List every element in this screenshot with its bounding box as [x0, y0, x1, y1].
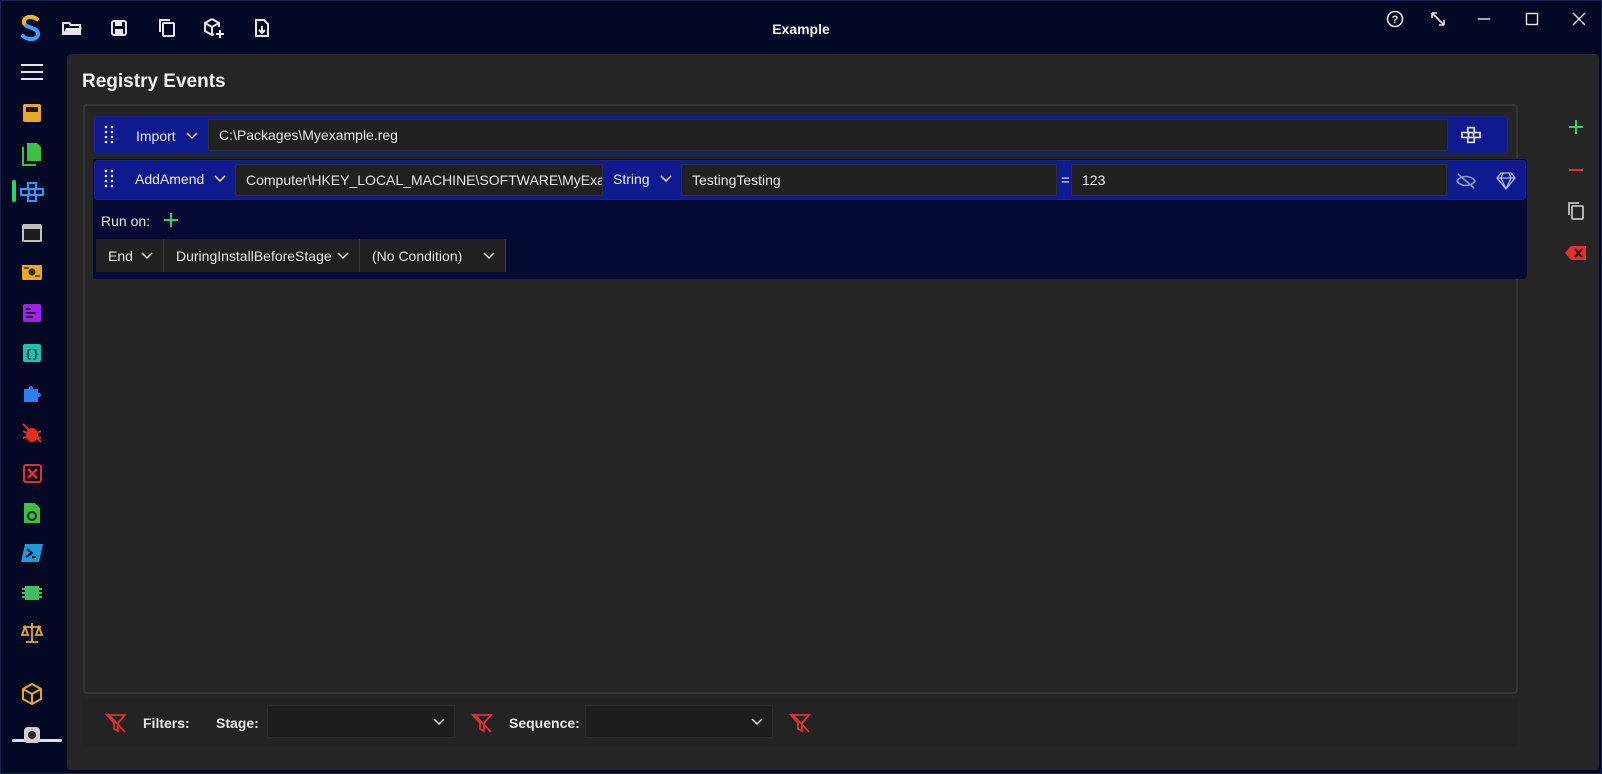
- nav-active-indicator: [12, 180, 16, 202]
- svg-text:{}: {}: [25, 349, 38, 361]
- copy-icon[interactable]: [154, 15, 180, 41]
- app-window: Example ? {} Registry Events Import C:\P…: [0, 0, 1602, 774]
- maximize-icon[interactable]: [1517, 7, 1547, 31]
- event-type-dropdown[interactable]: Import: [136, 123, 198, 149]
- save-icon[interactable]: [106, 15, 132, 41]
- svg-text:?: ?: [1392, 14, 1399, 26]
- position-label: End: [108, 247, 133, 264]
- main-panel: Registry Events Import C:\Packages\Myexa…: [67, 54, 1599, 770]
- certificate-icon[interactable]: [19, 260, 45, 286]
- event-type-label: AddAmend: [135, 171, 205, 187]
- chevron-down-icon: [337, 252, 349, 260]
- event-block-addamend: AddAmend Computer\HKEY_LOCAL_MACHINE\SOF…: [93, 159, 1527, 279]
- clear-sequence-filter-icon[interactable]: [789, 712, 811, 734]
- chevron-down-icon: [433, 718, 445, 726]
- chevron-down-icon: [141, 252, 153, 260]
- chevron-down-icon: [751, 718, 763, 726]
- chevron-down-icon: [214, 175, 226, 183]
- drag-handle-icon[interactable]: [103, 169, 115, 191]
- title-bar: Example ?: [1, 1, 1601, 55]
- sequence-filter-select[interactable]: [585, 705, 773, 738]
- page-title: Registry Events: [82, 71, 226, 92]
- scale-icon[interactable]: [19, 620, 45, 646]
- settings-icon[interactable]: [19, 722, 45, 748]
- import-path-field[interactable]: C:\Packages\Myexample.reg: [208, 119, 1448, 151]
- value-type-dropdown[interactable]: String: [613, 166, 672, 192]
- new-package-icon[interactable]: [201, 15, 227, 41]
- registry-icon[interactable]: [19, 179, 45, 205]
- close-icon[interactable]: [1564, 7, 1594, 31]
- chip-icon[interactable]: [19, 580, 45, 606]
- remove-icon[interactable]: [19, 460, 45, 486]
- drag-handle-icon[interactable]: [103, 125, 115, 147]
- import-file-icon[interactable]: [249, 15, 275, 41]
- box-icon[interactable]: [19, 681, 45, 707]
- event-row-import[interactable]: Import C:\Packages\Myexample.reg: [94, 116, 1508, 154]
- window-icon[interactable]: [19, 220, 45, 246]
- menu-icon[interactable]: [19, 59, 45, 85]
- logo-icon[interactable]: [17, 13, 45, 43]
- chevron-down-icon: [660, 175, 672, 183]
- terminal-icon[interactable]: [19, 300, 45, 326]
- stage-label: DuringInstallBeforeStage: [176, 247, 332, 264]
- hide-value-icon[interactable]: [1453, 168, 1479, 194]
- value-data-field[interactable]: 123: [1071, 164, 1447, 196]
- event-type-label: Import: [136, 128, 176, 144]
- remove-event-icon[interactable]: [1564, 158, 1588, 182]
- puzzle-icon[interactable]: [19, 380, 45, 406]
- run-on-label: Run on:: [101, 213, 151, 229]
- add-run-on-icon[interactable]: [161, 210, 181, 230]
- minimize-icon[interactable]: [1469, 7, 1499, 31]
- open-folder-icon[interactable]: [59, 15, 85, 41]
- clear-stage-filter-icon[interactable]: [471, 712, 493, 734]
- chevron-down-icon: [483, 252, 495, 260]
- registry-browse-icon[interactable]: [1458, 122, 1484, 148]
- filter-bar: Filters: Stage: Sequence:: [83, 699, 1518, 747]
- events-list: Import C:\Packages\Myexample.reg AddAmen…: [83, 104, 1527, 694]
- files-icon[interactable]: [19, 141, 45, 167]
- powershell-icon[interactable]: [19, 540, 45, 566]
- condition-dropdown[interactable]: (No Condition): [360, 239, 506, 272]
- value-name-field[interactable]: TestingTesting: [681, 164, 1057, 196]
- help-icon[interactable]: ?: [1380, 7, 1410, 31]
- chevron-down-icon: [186, 132, 198, 140]
- stage-dropdown[interactable]: DuringInstallBeforeStage: [164, 239, 360, 272]
- gem-icon[interactable]: [1493, 168, 1519, 194]
- duplicate-event-icon[interactable]: [1564, 199, 1588, 223]
- filters-label: Filters:: [143, 715, 190, 731]
- position-dropdown[interactable]: End: [96, 239, 164, 272]
- condition-label: (No Condition): [372, 247, 463, 264]
- equals-sign: =: [1061, 171, 1070, 189]
- event-type-dropdown[interactable]: AddAmend: [135, 166, 226, 192]
- value-type-label: String: [613, 171, 650, 187]
- registry-key-field[interactable]: Computer\HKEY_LOCAL_MACHINE\SOFTWARE\MyE…: [235, 164, 603, 196]
- stage-filter-label: Stage:: [216, 715, 259, 731]
- clear-filters-icon[interactable]: [105, 712, 127, 734]
- json-icon[interactable]: {}: [19, 340, 45, 366]
- resize-icon[interactable]: [1423, 7, 1453, 31]
- sequence-filter-label: Sequence:: [509, 715, 580, 731]
- event-row-addamend[interactable]: AddAmend Computer\HKEY_LOCAL_MACHINE\SOF…: [94, 160, 1526, 200]
- package-icon[interactable]: [19, 100, 45, 126]
- stage-filter-select[interactable]: [267, 705, 455, 738]
- bug-icon[interactable]: [19, 420, 45, 446]
- delete-all-events-icon[interactable]: [1564, 241, 1588, 265]
- left-nav: {}: [1, 55, 65, 773]
- window-title: Example: [772, 21, 830, 37]
- add-event-icon[interactable]: [1564, 115, 1588, 139]
- script-file-icon[interactable]: [19, 500, 45, 526]
